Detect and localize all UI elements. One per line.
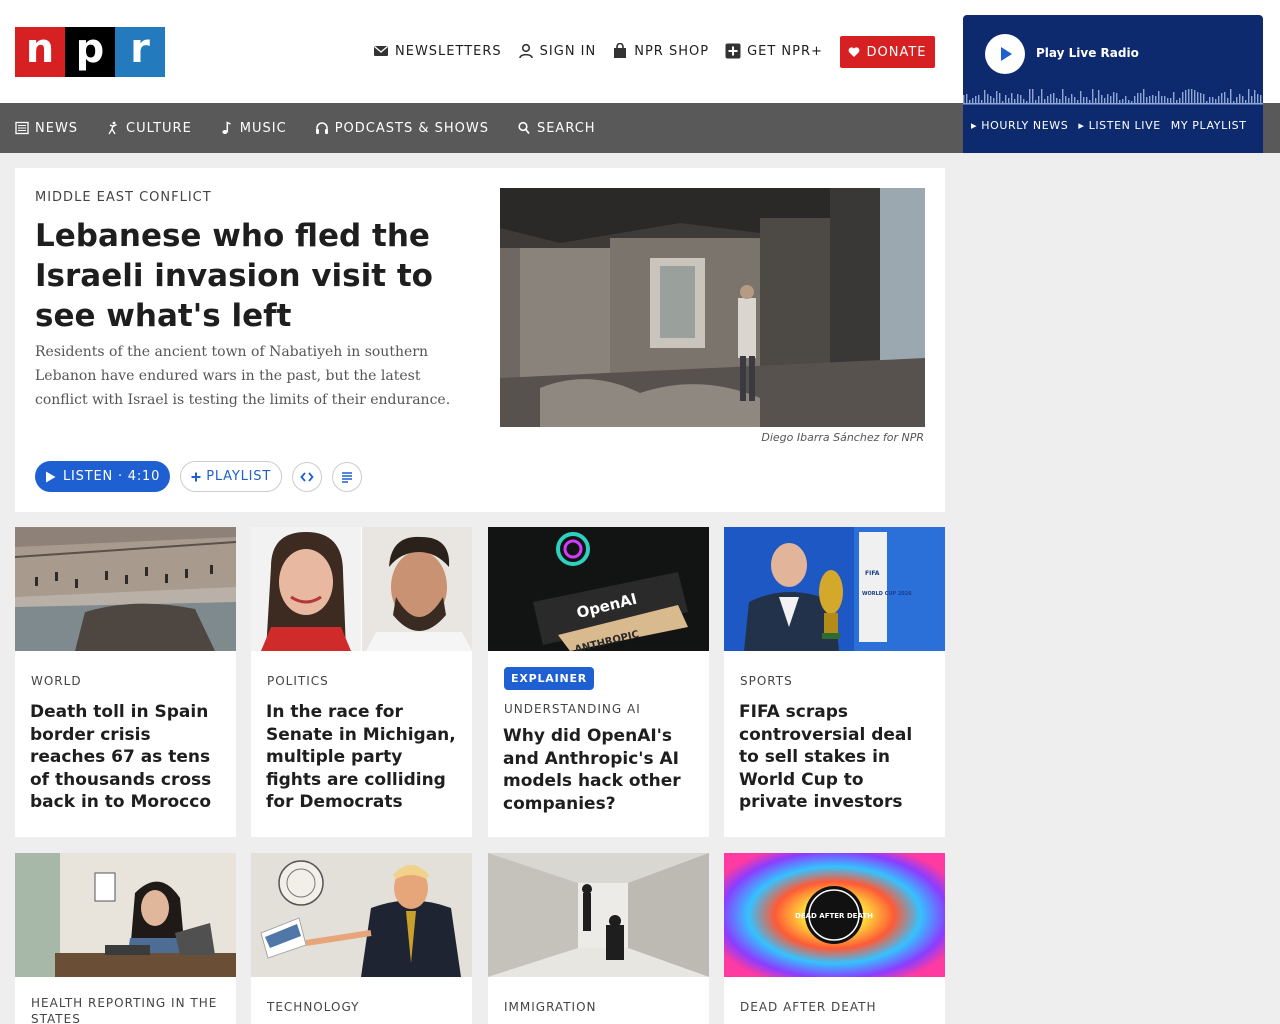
story-card[interactable]: POLITICS In the race for Senate in Michi… [251,527,472,837]
story-headline[interactable]: Death toll in Spain border crisis reache… [30,701,225,814]
story-section-label[interactable]: IMMIGRATION [504,999,694,1015]
story-image[interactable] [15,527,236,651]
play-live-button[interactable] [985,34,1025,74]
play-live-label[interactable]: Play Live Radio [1036,46,1139,60]
logo-letter-p: p [65,27,115,77]
donate-label: DONATE [866,44,927,60]
my-playlist-label: MY PLAYLIST [1170,119,1247,132]
dancer-icon [108,121,117,135]
nav-music[interactable]: MUSIC [220,121,287,136]
user-icon [518,43,533,59]
story-section-label[interactable]: POLITICS [267,673,457,689]
story-card[interactable]: FIFA WORLD CUP 2026 SPORTS FIFA scraps c… [724,527,945,837]
hero-section-label[interactable]: MIDDLE EAST CONFLICT [35,190,212,205]
transcript-button[interactable] [332,461,363,492]
explainer-badge: EXPLAINER [504,667,595,690]
story-card[interactable]: HEALTH REPORTING IN THE STATES [15,853,236,1024]
embed-button[interactable] [292,461,323,492]
live-radio-player: Play Live Radio ▸ HOURLY NEWS ▸ LISTEN L… [963,15,1263,153]
embed-code-icon [300,471,314,482]
story-section-label[interactable]: SPORTS [740,673,930,689]
nav-culture[interactable]: CULTURE [106,121,192,136]
story-section-label[interactable]: WORLD [31,673,221,689]
story-section-label[interactable]: HEALTH REPORTING IN THE STATES [31,995,221,1024]
audio-waveform [963,89,1263,105]
story-card[interactable]: DEAD AFTER DEATH DEAD AFTER DEATH [724,853,945,1024]
listen-label: LISTEN · 4:10 [63,469,161,484]
newsletters-label: NEWSLETTERS [395,43,502,59]
search-icon [518,121,530,135]
story-card[interactable]: TECHNOLOGY [251,853,472,1024]
fifa-image-text: FIFA [865,570,880,577]
envelope-icon [374,45,388,56]
headphones-icon [315,122,328,134]
shop-label: NPR SHOP [634,43,710,59]
story-image[interactable] [15,853,236,977]
npr-plus-link[interactable]: GET NPR+ [725,40,823,62]
world-cup-image-text: WORLD CUP 2026 [862,591,912,597]
sign-in-link[interactable]: SIGN IN [518,40,597,62]
my-playlist-link[interactable]: MY PLAYLIST [1171,119,1247,132]
hero-teaser: Residents of the ancient town of Nabatiy… [35,344,451,408]
nav-music-label: MUSIC [239,120,287,136]
shop-link[interactable]: NPR SHOP [612,40,709,62]
plus-icon [191,472,201,481]
utility-nav: NEWSLETTERS SIGN IN NPR SHOP GET NPR+ [373,40,823,62]
story-image[interactable] [488,853,709,977]
story-headline[interactable]: FIFA scraps controversial deal to sell s… [739,701,934,814]
transcript-icon [342,471,353,483]
story-image[interactable] [251,527,472,651]
shopping-bag-icon [614,43,627,58]
hero-story: MIDDLE EAST CONFLICT Lebanese who fled t… [15,168,945,512]
nav-podcasts-label: PODCASTS & SHOWS [334,120,489,136]
playlist-label: PLAYLIST [206,469,272,484]
nav-podcasts[interactable]: PODCASTS & SHOWS [315,121,489,136]
newsletters-link[interactable]: NEWSLETTERS [373,40,502,62]
story-headline[interactable]: In the race for Senate in Michigan, mult… [266,701,461,814]
podcast-art-text: DEAD AFTER DEATH [795,912,873,920]
sign-in-label: SIGN IN [539,43,597,59]
story-image[interactable]: DEAD AFTER DEATH [724,853,945,977]
npr-logo[interactable]: n p r [15,27,165,77]
listen-live-link[interactable]: ▸ LISTEN LIVE [1078,119,1160,132]
play-icon [1001,47,1012,61]
story-image[interactable]: OpenAI ANTHROPIC [488,527,709,651]
listen-live-label: LISTEN LIVE [1088,119,1161,132]
hero-image[interactable] [500,188,925,427]
hero-headline[interactable]: Lebanese who fled the Israeli invasion v… [35,216,465,336]
hourly-news-label: HOURLY NEWS [981,119,1069,132]
logo-letter-r: r [115,27,165,77]
nav-search[interactable]: SEARCH [517,121,596,136]
nav-culture-label: CULTURE [126,120,192,136]
add-to-playlist-button[interactable]: PLAYLIST [180,461,283,492]
play-icon [46,471,56,482]
nav-news-label: NEWS [35,120,79,136]
story-card[interactable]: IMMIGRATION [488,853,709,1024]
story-section-label[interactable]: UNDERSTANDING AI [504,701,694,717]
story-section-label[interactable]: TECHNOLOGY [267,999,457,1015]
player-links: ▸ HOURLY NEWS ▸ LISTEN LIVE MY PLAYLIST [971,119,1247,132]
npr-plus-label: GET NPR+ [747,43,823,59]
story-image[interactable] [251,853,472,977]
newspaper-icon [15,121,29,135]
photo-credit: Diego Ibarra Sánchez for NPR [761,431,924,444]
story-headline[interactable]: Why did OpenAI's and Anthropic's AI mode… [503,725,698,815]
story-section-label[interactable]: DEAD AFTER DEATH [740,999,930,1015]
nav-search-label: SEARCH [536,120,596,136]
heart-icon [849,47,860,57]
donate-button[interactable]: DONATE [840,36,935,68]
story-image[interactable]: FIFA WORLD CUP 2026 [724,527,945,651]
story-card[interactable]: OpenAI ANTHROPIC EXPLAINER UNDERSTANDING… [488,527,709,837]
music-note-icon [222,121,231,134]
listen-button[interactable]: LISTEN · 4:10 [35,461,171,492]
logo-letter-n: n [15,27,65,77]
hourly-news-link[interactable]: ▸ HOURLY NEWS [971,119,1068,132]
story-card[interactable]: WORLD Death toll in Spain border crisis … [15,527,236,837]
nav-news[interactable]: NEWS [15,121,78,136]
hero-actions: LISTEN · 4:10 PLAYLIST [35,461,363,492]
plus-box-icon [725,43,741,59]
